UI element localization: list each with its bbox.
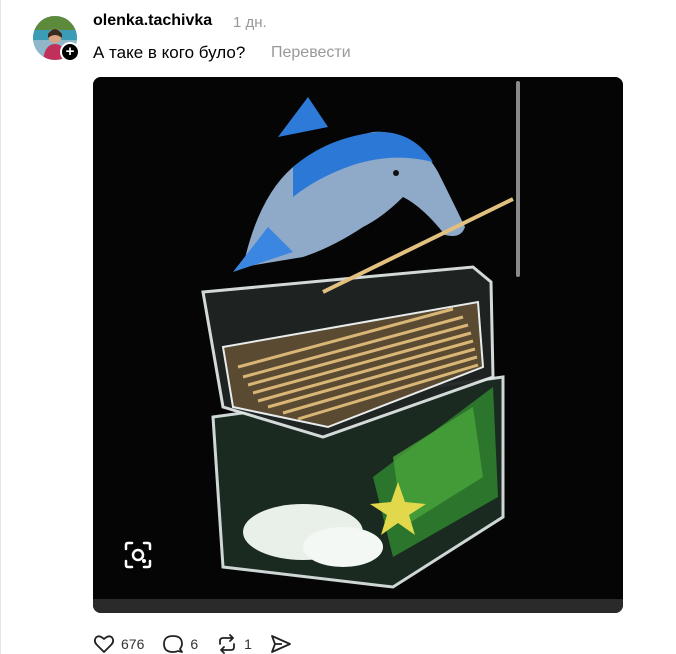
- comment-icon: [163, 635, 184, 653]
- left-border: [0, 0, 1, 654]
- send-icon: [271, 635, 291, 653]
- follow-plus-icon[interactable]: +: [60, 42, 80, 62]
- avatar[interactable]: +: [33, 16, 80, 62]
- visual-search-icon[interactable]: [123, 540, 153, 570]
- comment-count: 6: [190, 636, 199, 652]
- post-username[interactable]: olenka.tachivka: [93, 12, 212, 30]
- post-caption: А таке в кого було?: [93, 43, 246, 62]
- post-photo: [93, 77, 623, 613]
- like-count: 676: [121, 636, 145, 652]
- post-time[interactable]: 1 дн.: [233, 14, 267, 31]
- comment-button[interactable]: 6: [162, 634, 198, 654]
- repost-button[interactable]: 1: [216, 634, 252, 654]
- like-button[interactable]: 676: [93, 634, 144, 654]
- heart-icon: [93, 635, 115, 653]
- translate-link[interactable]: Перевести: [271, 44, 351, 62]
- repost-count: 1: [244, 636, 252, 652]
- post-actions: 676 6 1: [93, 632, 310, 654]
- repost-icon: [219, 634, 236, 654]
- post-media[interactable]: [93, 77, 623, 613]
- share-button[interactable]: [270, 634, 292, 654]
